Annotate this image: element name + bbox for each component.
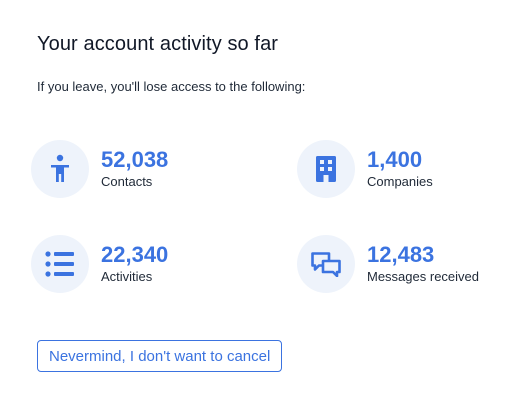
stat-value: 1,400 bbox=[367, 147, 423, 172]
stat-label: Messages received bbox=[367, 269, 479, 284]
stat-activities: 22,340 Activities bbox=[31, 234, 168, 294]
building-icon bbox=[316, 156, 336, 182]
stat-value: 12,483 bbox=[367, 242, 435, 267]
contacts-icon-circle bbox=[31, 140, 89, 198]
nevermind-button[interactable]: Nevermind, I don't want to cancel bbox=[37, 340, 283, 372]
stat-label: Activities bbox=[101, 269, 153, 284]
stat-value: 22,340 bbox=[101, 242, 169, 267]
stat-value: 52,038 bbox=[101, 147, 169, 172]
activities-icon-circle bbox=[31, 235, 89, 293]
page-title: Your account activity so far bbox=[37, 33, 279, 55]
person-icon bbox=[51, 154, 69, 182]
stat-label: Companies bbox=[367, 174, 433, 189]
page-subtitle: If you leave, you'll lose access to the … bbox=[37, 79, 306, 94]
stat-contacts: 52,038 Contacts bbox=[31, 139, 168, 199]
stat-messages: 12,483 Messages received bbox=[297, 234, 479, 294]
stat-companies: 1,400 Companies bbox=[297, 139, 433, 199]
stat-label: Contacts bbox=[101, 174, 153, 189]
list-icon bbox=[45, 251, 74, 277]
companies-icon-circle bbox=[297, 140, 355, 198]
messages-icon-circle bbox=[297, 235, 355, 293]
chat-icon bbox=[311, 252, 341, 277]
